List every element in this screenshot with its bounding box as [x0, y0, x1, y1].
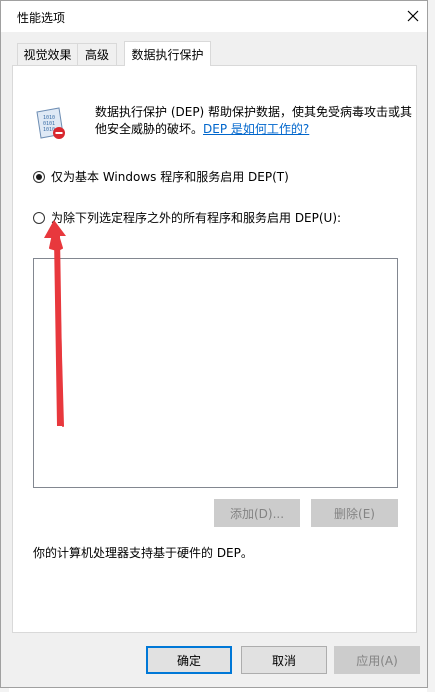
- radio-essential-only[interactable]: 仅为基本 Windows 程序和服务启用 DEP(T): [33, 168, 289, 185]
- button-label: 取消: [271, 653, 296, 668]
- radio-button-unchecked[interactable]: [33, 211, 45, 224]
- button-label: 添加(D)...: [229, 506, 285, 521]
- button-label: 删除(E): [334, 506, 375, 521]
- remove-button[interactable]: 删除(E): [311, 499, 398, 527]
- hardware-dep-support-text: 你的计算机处理器支持基于硬件的 DEP。: [33, 546, 253, 560]
- dep-panel: 1010 0101 1010 数据执行保护 (DEP) 帮助保护数据，使其免受病…: [12, 65, 417, 633]
- tab-advanced[interactable]: 高级: [77, 43, 117, 65]
- title-bar: 性能选项: [1, 1, 427, 32]
- performance-options-dialog: 性能选项 视觉效果 高级 数据执行保护 1010 0101 1010 数据执行保…: [0, 0, 428, 688]
- background-window-right: [427, 0, 435, 692]
- button-label: 确定: [176, 653, 201, 668]
- cancel-button[interactable]: 取消: [241, 646, 327, 674]
- tab-visual-effects[interactable]: 视觉效果: [17, 43, 78, 65]
- window-title: 性能选项: [17, 11, 66, 25]
- close-button[interactable]: [399, 3, 427, 29]
- apply-button[interactable]: 应用(A): [334, 646, 420, 674]
- button-label: 应用(A): [356, 653, 398, 668]
- how-dep-works-link[interactable]: DEP 是如何工作的?: [203, 122, 309, 136]
- ok-button[interactable]: 确定: [146, 646, 232, 674]
- dep-description: 数据执行保护 (DEP) 帮助保护数据，使其免受病毒攻击或其他安全威胁的破坏。D…: [95, 104, 413, 138]
- add-button[interactable]: 添加(D)...: [214, 499, 300, 527]
- close-icon: [407, 10, 419, 22]
- dep-shield-icon: 1010 0101 1010: [36, 107, 65, 139]
- radio-all-except[interactable]: 为除下列选定程序之外的所有程序和服务启用 DEP(U):: [33, 209, 341, 226]
- tab-label: 高级: [84, 48, 109, 62]
- tab-label: 视觉效果: [23, 48, 72, 62]
- tab-data-execution-prevention[interactable]: 数据执行保护: [124, 41, 211, 66]
- program-exceptions-list[interactable]: [33, 258, 398, 488]
- radio-label: 仅为基本 Windows 程序和服务启用 DEP(T): [51, 170, 289, 184]
- radio-button-checked[interactable]: [33, 170, 45, 183]
- tab-label: 数据执行保护: [131, 47, 204, 62]
- radio-label: 为除下列选定程序之外的所有程序和服务启用 DEP(U):: [51, 211, 342, 225]
